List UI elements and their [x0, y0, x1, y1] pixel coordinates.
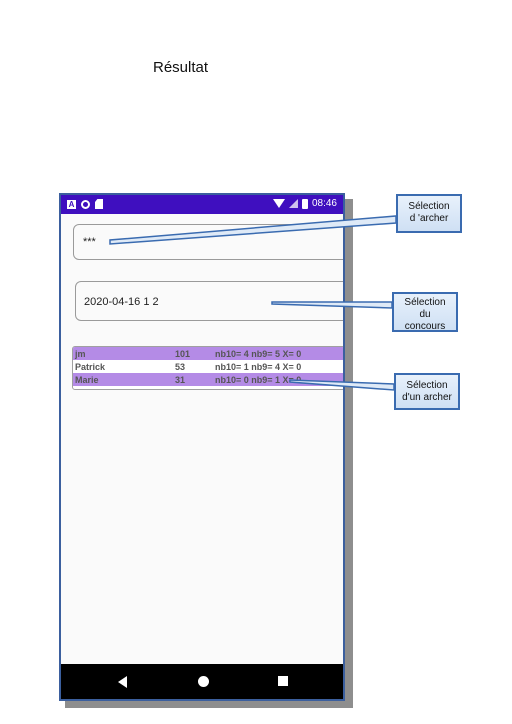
archer-spinner-value: ***	[83, 236, 96, 248]
sync-icon	[81, 199, 90, 209]
callout-contest-selection: Sélection du concours	[392, 292, 458, 332]
callout-text: Sélection	[408, 201, 450, 212]
archer-name: jm	[75, 348, 86, 359]
archer-details: nb10= 4 nb9= 5 X= 0	[215, 348, 302, 359]
home-icon[interactable]	[198, 676, 209, 687]
back-icon[interactable]	[118, 676, 127, 688]
contest-spinner-value: 2020-04-16 1 2	[84, 296, 159, 308]
callout-text: Sélection	[406, 380, 448, 391]
battery-icon	[301, 198, 308, 209]
list-item[interactable]: jm 101 nb10= 4 nb9= 5 X= 0	[73, 347, 343, 360]
status-bar: A 08:46	[61, 195, 343, 214]
recent-apps-icon[interactable]	[278, 676, 288, 686]
sd-card-icon	[95, 199, 103, 209]
contest-spinner[interactable]: 2020-04-16 1 2	[75, 281, 343, 321]
list-item[interactable]: Patrick 53 nb10= 1 nb9= 4 X= 0	[73, 360, 343, 373]
callout-text: d 'archer	[409, 213, 449, 224]
archer-details: nb10= 0 nb9= 1 X= 0	[215, 374, 302, 385]
callout-text: Sélection	[404, 297, 446, 308]
navigation-bar	[61, 664, 343, 699]
page-title: Résultat	[153, 59, 209, 76]
callout-archer-selection: Sélection d 'archer	[396, 194, 462, 233]
archer-score: 31	[175, 374, 186, 385]
archer-details: nb10= 1 nb9= 4 X= 0	[215, 361, 302, 372]
callout-text: d'un archer	[402, 392, 452, 403]
phone-screen: A 08:46 *** 2020-04-16 1 2 jm 101 nb10= …	[59, 193, 345, 701]
archer-score: 101	[175, 348, 191, 359]
callout-text: du	[419, 309, 431, 320]
list-item[interactable]: Marie 31 nb10= 0 nb9= 1 X= 0	[73, 373, 343, 386]
wifi-icon	[272, 199, 285, 208]
archer-spinner[interactable]: ***	[73, 224, 343, 260]
callout-text: concours	[404, 321, 446, 332]
callout-row-selection: Sélection d'un archer	[394, 373, 460, 410]
status-time: 08:46	[311, 198, 337, 209]
archer-name: Patrick	[75, 361, 106, 372]
app-notification-icon: A	[67, 199, 76, 209]
archer-score: 53	[175, 361, 186, 372]
signal-icon	[288, 199, 298, 208]
archer-name: Marie	[75, 374, 99, 385]
results-list[interactable]: jm 101 nb10= 4 nb9= 5 X= 0 Patrick 53 nb…	[72, 346, 343, 390]
